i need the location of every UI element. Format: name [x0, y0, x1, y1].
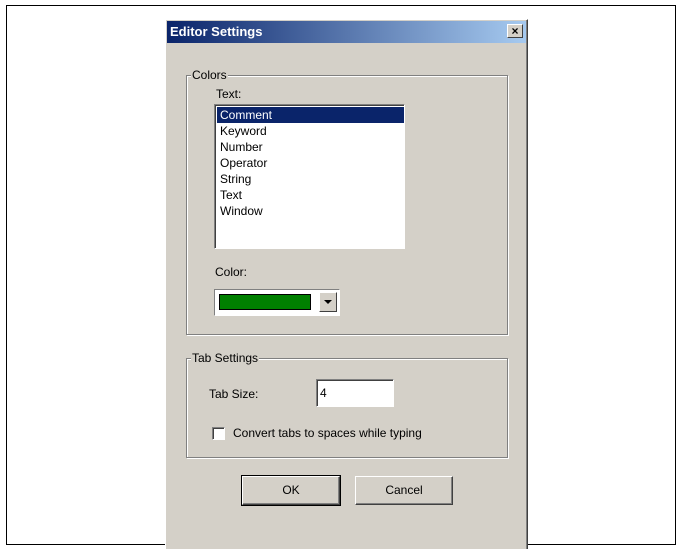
list-item[interactable]: Text: [217, 187, 404, 203]
list-item[interactable]: String: [217, 171, 404, 187]
tab-settings-group: Tab Settings: [186, 351, 508, 458]
list-item[interactable]: Number: [217, 139, 404, 155]
color-label: Color:: [215, 265, 248, 279]
colors-group-label: Colors: [191, 68, 228, 82]
chevron-down-icon: [324, 300, 332, 304]
list-item[interactable]: Keyword: [217, 123, 404, 139]
convert-tabs-label: Convert tabs to spaces while typing: [233, 426, 422, 440]
tab-size-label: Tab Size:: [209, 387, 259, 401]
list-item[interactable]: Operator: [217, 155, 404, 171]
tab-settings-group-label: Tab Settings: [191, 351, 260, 365]
close-icon: ×: [511, 24, 519, 38]
dropdown-button[interactable]: [319, 292, 337, 312]
title-bar[interactable]: Editor Settings ×: [167, 21, 526, 43]
close-button[interactable]: ×: [507, 24, 523, 38]
convert-tabs-checkbox[interactable]: [212, 427, 225, 440]
list-item[interactable]: Comment: [217, 107, 404, 123]
tab-size-input[interactable]: [316, 379, 394, 407]
text-type-listbox[interactable]: Comment Keyword Number Operator String T…: [214, 104, 405, 249]
cancel-button[interactable]: Cancel: [355, 476, 453, 505]
color-swatch: [219, 294, 311, 310]
color-dropdown[interactable]: [214, 289, 340, 316]
ok-button[interactable]: OK: [241, 475, 341, 506]
text-label: Text:: [216, 87, 242, 101]
dialog-title: Editor Settings: [170, 24, 263, 39]
list-item[interactable]: Window: [217, 203, 404, 219]
